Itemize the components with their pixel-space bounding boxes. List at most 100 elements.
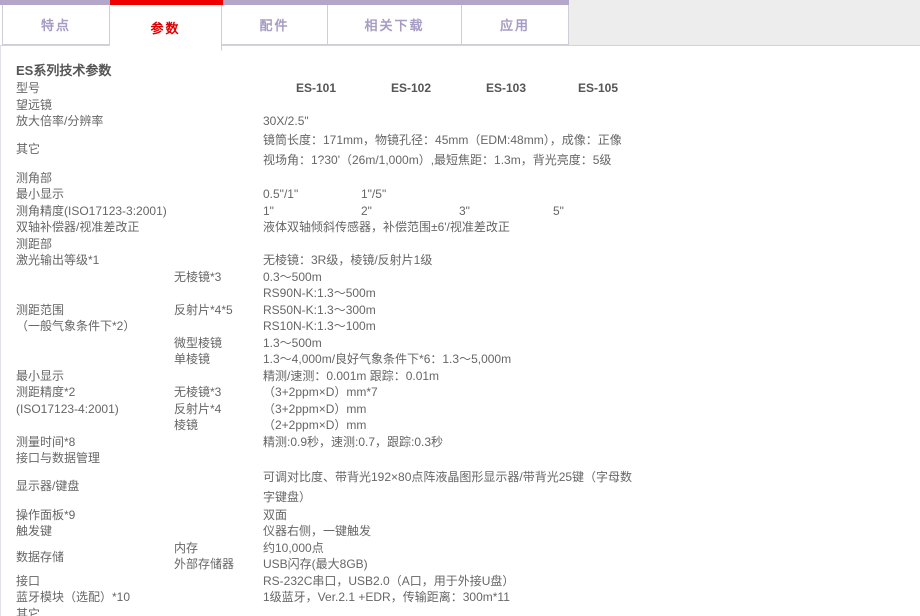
spec-value: RS-232C串口，USB2.0（A口，用于外接U盘） <box>263 573 514 590</box>
spec-label: 接口与数据管理 <box>16 450 100 467</box>
spec-table-title: ES系列技术参数 <box>1 62 920 80</box>
spec-label: 蓝牙模块（选配）*10 <box>16 589 130 606</box>
spec-value: 无棱镜：3R级，棱镜/反射片1级 <box>263 252 432 269</box>
spec-value: RS50N-K:1.3～300m <box>263 302 376 319</box>
spec-line: (ISO17123-4:2001) 反射片*4 （3+2ppm×D）mm <box>1 401 920 418</box>
spec-sublabel: 反射片*4 <box>174 401 221 418</box>
spec-label: 测距范围 <box>16 302 64 319</box>
spec-line: 激光输出等级*1 无棱镜：3R级，棱镜/反射片1级 <box>1 252 920 269</box>
spec-label: 测距部 <box>16 236 52 253</box>
spec-line: 微型棱镜 1.3～500m <box>1 335 920 352</box>
model-name: ES-103 <box>486 80 526 97</box>
spec-line: 测量时间*8 精测:0.9秒，速测:0.7，跟踪:0.3秒 <box>1 434 920 451</box>
tab-label: 应用 <box>500 15 530 34</box>
model-name: ES-101 <box>296 80 336 97</box>
spec-line: 其它 <box>1 606 920 616</box>
spec-label: 测角部 <box>16 170 52 187</box>
spec-sublabel: 外部存储器 <box>174 556 234 573</box>
spec-value: 1级蓝牙，Ver.2.1 +EDR，传输距离：300m*11 <box>263 589 510 606</box>
spec-line: 触发键 仪器右侧，一键触发 <box>1 523 920 540</box>
spec-label: 接口 <box>16 573 40 590</box>
spec-line: 单棱镜 1.3～4,000m/良好气象条件下*6：1.3～5,000m <box>1 351 920 368</box>
spec-value: 5" <box>553 203 564 220</box>
spec-value: 精测:0.9秒，速测:0.7，跟踪:0.3秒 <box>263 434 443 451</box>
spec-panel: ES系列技术参数 型号 ES-101 ES-102 ES-103 ES-105 望远镜放大… <box>0 45 920 616</box>
tab-label: 特点 <box>41 15 71 34</box>
spec-value: 1.3～4,000m/良好气象条件下*6：1.3～5,000m <box>263 351 511 368</box>
spec-line: 操作面板*9 双面 <box>1 507 920 524</box>
tab-label: 相关下载 <box>364 15 424 34</box>
spec-label: 测量时间*8 <box>16 434 75 451</box>
spec-label: 望远镜 <box>16 97 52 114</box>
tab-features[interactable]: 特点 <box>2 5 110 45</box>
spec-label: 放大倍率/分辨率 <box>16 113 103 130</box>
spec-value: 1" <box>263 203 274 220</box>
spec-value: 1.3～500m <box>263 335 322 352</box>
spec-sublabel: 微型棱镜 <box>174 335 222 352</box>
spec-value: RS90N-K:1.3～500m <box>263 285 376 302</box>
spec-line: 视场角：1?30'（26m/1,000m）,最短焦距：1.3m，背光亮度：5级 <box>1 150 920 170</box>
spec-value: 双面 <box>263 507 287 524</box>
spec-value: 液体双轴倾斜传感器，补偿范围±6'/视准差改正 <box>263 219 510 236</box>
spec-label: 操作面板*9 <box>16 507 75 524</box>
spec-value: 仪器右侧，一键触发 <box>263 523 371 540</box>
spec-sublabel: 无棱镜*3 <box>174 384 221 401</box>
spec-value: 约10,000点 <box>263 540 324 557</box>
spec-label: 触发键 <box>16 523 52 540</box>
spec-line: 字键盘） <box>1 487 920 507</box>
spec-label: 型号 <box>16 80 40 97</box>
spec-line: 外部存储器 USB闪存(最大8GB) <box>1 556 920 573</box>
spec-line: 数据存储内存约10,000点 <box>1 540 920 557</box>
model-name: ES-102 <box>391 80 431 97</box>
spec-line: 接口与数据管理 <box>1 450 920 467</box>
spec-line: 最小显示 精测/速测：0.001m 跟踪：0.01m <box>1 368 920 385</box>
spec-line: 接口 RS-232C串口，USB2.0（A口，用于外接U盘） <box>1 573 920 590</box>
spec-line: 蓝牙模块（选配）*10 1级蓝牙，Ver.2.1 +EDR，传输距离：300m*1… <box>1 589 920 606</box>
tab-downloads[interactable]: 相关下载 <box>328 5 462 45</box>
spec-sublabel: 单棱镜 <box>174 351 210 368</box>
spec-line: 显示器/键盘可调对比度、带背光192×80点阵液晶图形显示器/带背光25键（字母… <box>1 467 920 487</box>
spec-value: 3" <box>459 203 470 220</box>
spec-line: 放大倍率/分辨率 30X/2.5" <box>1 113 920 130</box>
spec-value: 30X/2.5" <box>263 113 309 130</box>
spec-label: (ISO17123-4:2001) <box>16 401 119 418</box>
spec-value: USB闪存(最大8GB) <box>263 556 368 573</box>
spec-sublabel: 无棱镜*3 <box>174 269 221 286</box>
spec-table: 型号 ES-101 ES-102 ES-103 ES-105 望远镜放大倍率/分辨率 30X… <box>1 80 920 616</box>
spec-line: 测距范围 反射片*4*5 RS50N-K:1.3～300m <box>1 302 920 319</box>
spec-line: 测角部 <box>1 170 920 187</box>
spec-sublabel: 内存 <box>174 540 198 557</box>
tab-applications[interactable]: 应用 <box>462 5 569 45</box>
spec-line: 棱镜（2+2ppm×D）mm <box>1 417 920 434</box>
tab-label: 配件 <box>259 15 289 34</box>
spec-label: 最小显示 <box>16 368 64 385</box>
spec-line: 望远镜 <box>1 97 920 114</box>
spec-line: 测距部 <box>1 236 920 253</box>
spec-line: 测角精度(ISO17123-3:2001)1"2"3"5" <box>1 203 920 220</box>
spec-line: 型号 ES-101 ES-102 ES-103 ES-105 <box>1 80 920 97</box>
spec-label: 双轴补偿器/视准差改正 <box>16 219 139 236</box>
spec-sublabel: 反射片*4*5 <box>174 302 233 319</box>
spec-value: 精测/速测：0.001m 跟踪：0.01m <box>263 368 439 385</box>
spec-label: 测角精度(ISO17123-3:2001) <box>16 203 167 220</box>
spec-value: 镜筒长度：171mm，物镜孔径：45mm（EDM:48mm），成像：正像 <box>263 130 622 150</box>
tab-accessories[interactable]: 配件 <box>222 5 328 45</box>
spec-line: 无棱镜*3 0.3～500m <box>1 269 920 286</box>
spec-value: 0.5"/1" <box>263 186 298 203</box>
tab-bar: 特点 参数 配件 相关下载 应用 <box>0 0 920 45</box>
spec-value: （2+2ppm×D）mm <box>263 417 366 434</box>
spec-label: 测距精度*2 <box>16 384 75 401</box>
spec-value: 可调对比度、带背光192×80点阵液晶图形显示器/带背光25键（字母数 <box>263 467 632 487</box>
spec-line: RS90N-K:1.3～500m <box>1 285 920 302</box>
spec-value: 视场角：1?30'（26m/1,000m）,最短焦距：1.3m，背光亮度：5级 <box>263 150 611 170</box>
tab-label: 参数 <box>150 18 180 37</box>
spec-label: 激光输出等级*1 <box>16 252 99 269</box>
spec-line: 最小显示0.5"/1"1"/5" <box>1 186 920 203</box>
spec-value: （3+2ppm×D）mm <box>263 401 366 418</box>
spec-value: 0.3～500m <box>263 269 322 286</box>
tab-bar-filler <box>569 0 920 45</box>
spec-label: 最小显示 <box>16 186 64 203</box>
tab-parameters[interactable]: 参数 <box>110 5 222 51</box>
model-name: ES-105 <box>578 80 618 97</box>
spec-value: RS10N-K:1.3～100m <box>263 318 376 335</box>
